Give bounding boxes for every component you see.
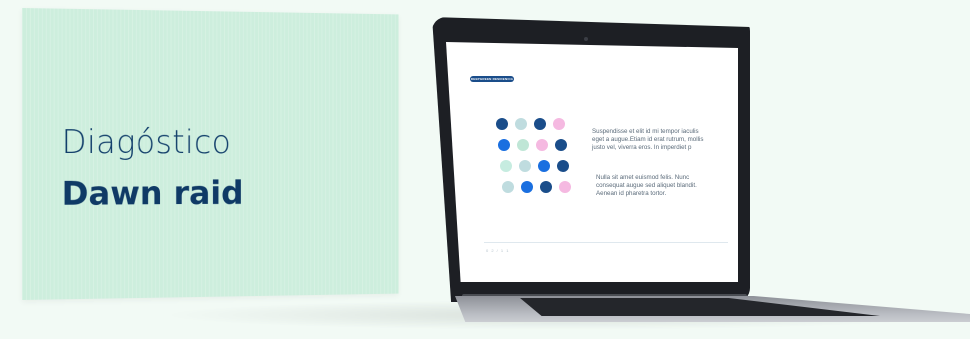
slide-dot [500,160,512,172]
slide-dot [557,160,569,172]
slide-divider [484,242,728,243]
camera-icon [584,37,588,41]
slide-dot [536,139,548,151]
slide-dot [555,139,567,151]
slide-dot [559,181,571,193]
slide-dot [502,181,514,193]
card-title: Diagóstico [61,122,232,161]
slide-paragraph-1: Suspendisse et elit id mi tempor iaculis… [592,128,704,151]
slide-dot [517,139,529,151]
slide-dot [534,118,546,130]
slide-dot [498,139,510,151]
laptop-screen: DEEPGREEN RESIDENCIA Suspendisse et elit… [446,42,738,282]
card-subtitle: Dawn raid [61,173,244,213]
slide-dot [538,160,550,172]
slide-dot [515,118,527,130]
slide-dot [521,181,533,193]
slide-paragraph-2: Nulla sit amet euismod felis. Nunc conse… [596,174,697,197]
page-number: 0 2 / 1 1 [486,248,510,253]
slide-dot [540,181,552,193]
slide-dot [519,160,531,172]
title-card: Diagóstico Dawn raid [22,8,399,300]
slide-dot [553,118,565,130]
slide-dot [496,118,508,130]
slide-tag: DEEPGREEN RESIDENCIA [470,76,514,82]
